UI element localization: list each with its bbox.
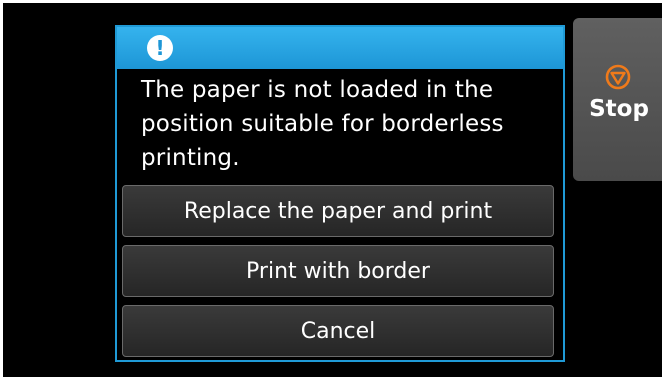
cancel-button[interactable]: Cancel [122, 305, 554, 357]
error-dialog: ! The paper is not loaded in the positio… [115, 25, 565, 362]
exclamation-icon: ! [147, 35, 173, 61]
printer-screen: ! The paper is not loaded in the positio… [3, 3, 662, 377]
print-with-border-button[interactable]: Print with border [122, 245, 554, 297]
dialog-header: ! [117, 27, 563, 69]
stop-button[interactable]: Stop [573, 18, 662, 181]
stop-icon [605, 64, 631, 90]
replace-paper-and-print-button[interactable]: Replace the paper and print [122, 185, 554, 237]
stop-label: Stop [589, 96, 649, 122]
error-message: The paper is not loaded in the position … [141, 77, 504, 171]
